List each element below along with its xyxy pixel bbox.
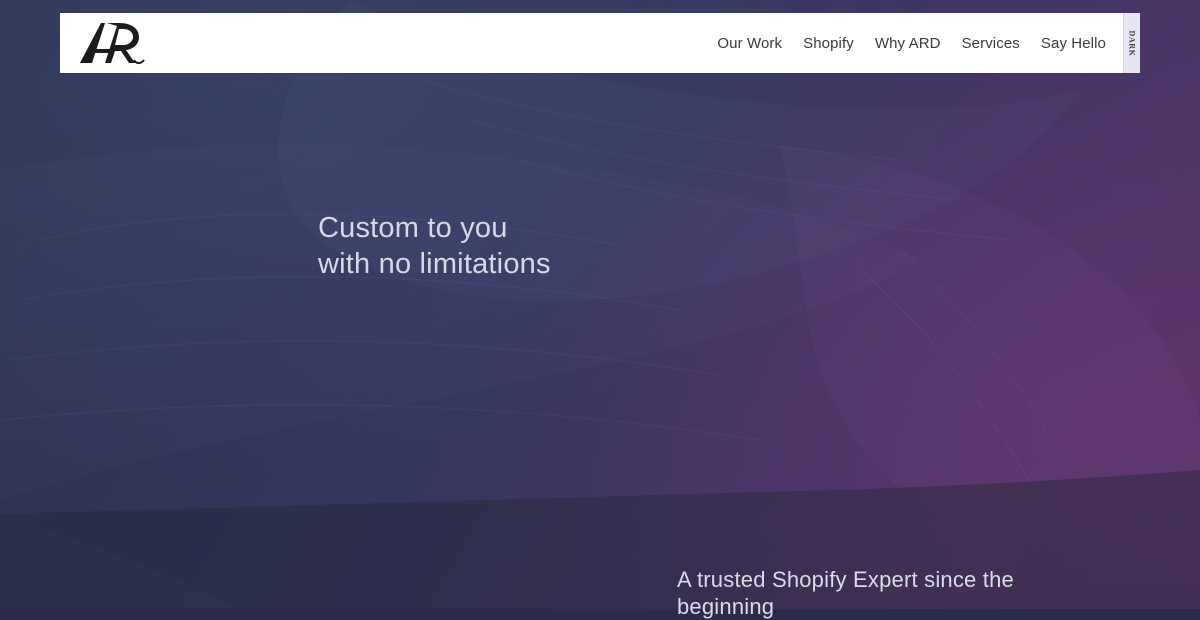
logo-link[interactable]	[77, 20, 145, 66]
primary-nav: Our Work Shopify Why ARD Services Say He…	[717, 13, 1106, 73]
leaf-pattern-background	[0, 0, 1200, 609]
nav-link-services[interactable]: Services	[962, 36, 1020, 51]
theme-toggle[interactable]: DARK	[1123, 13, 1140, 73]
nav-link-our-work[interactable]: Our Work	[717, 36, 782, 51]
next-section-heading-line-1: A trusted Shopify Expert since the	[677, 567, 1014, 592]
next-section-heading: A trusted Shopify Expert since the begin…	[677, 566, 1147, 620]
next-section-heading-line-2: beginning	[677, 594, 775, 619]
theme-toggle-label: DARK	[1127, 30, 1137, 56]
nav-link-why-ard[interactable]: Why ARD	[875, 36, 941, 51]
hero-headline-line-1: Custom to you	[318, 212, 508, 244]
nav-link-say-hello[interactable]: Say Hello	[1041, 36, 1106, 51]
site-header: Our Work Shopify Why ARD Services Say He…	[60, 13, 1140, 73]
nav-link-shopify[interactable]: Shopify	[803, 36, 854, 51]
logo-icon	[80, 23, 145, 64]
hero-headline-line-2: with no limitations	[318, 248, 551, 280]
hero-headline: Custom to you with no limitations	[318, 210, 738, 282]
hero-background	[0, 0, 1200, 609]
